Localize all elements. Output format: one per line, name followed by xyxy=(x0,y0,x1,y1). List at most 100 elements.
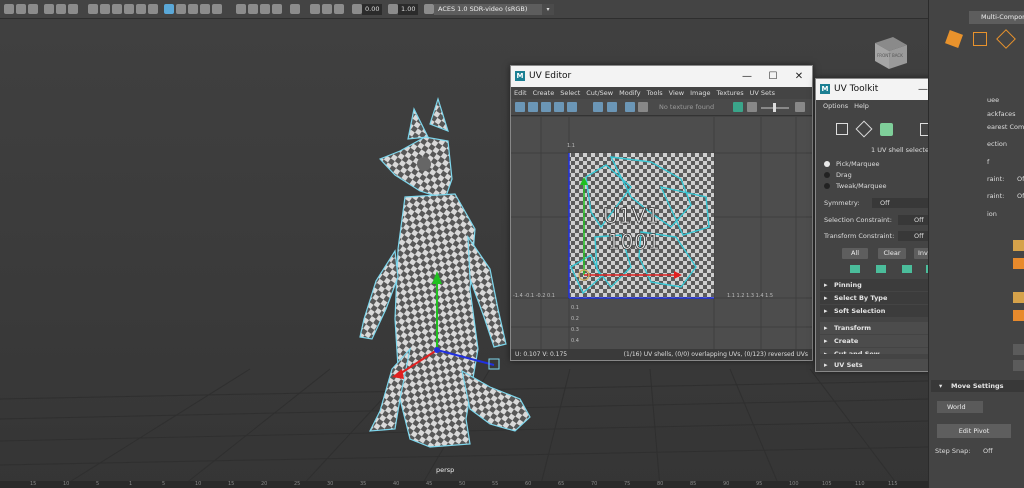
frame-icon[interactable] xyxy=(310,4,320,14)
ruler-tick-label: 110 xyxy=(855,481,865,487)
shaded-icon[interactable] xyxy=(541,102,551,112)
border-icon[interactable] xyxy=(567,102,577,112)
uv-editor-window[interactable]: M UV Editor — ☐ ✕ Edit Create Select Cut/Sew M… xyxy=(510,65,813,361)
frame-selected-icon[interactable] xyxy=(322,4,332,14)
mode-drag[interactable]: Drag xyxy=(836,171,852,179)
smooth-shade-icon[interactable] xyxy=(188,4,198,14)
image-display-icon[interactable] xyxy=(593,102,603,112)
menu-modify[interactable]: Modify xyxy=(616,87,644,99)
snap-view-icon[interactable] xyxy=(124,4,134,14)
grow-selection-icon[interactable] xyxy=(850,265,860,273)
menu-options[interactable]: Options xyxy=(820,100,851,112)
snap-surface-icon[interactable] xyxy=(136,4,146,14)
scale-tool-icon[interactable] xyxy=(68,4,78,14)
menu-image[interactable]: Image xyxy=(687,87,713,99)
menu-edit[interactable]: Edit xyxy=(511,87,530,99)
mode-tweak-marquee[interactable]: Tweak/Marquee xyxy=(836,182,887,190)
snap-curve-icon[interactable] xyxy=(100,4,110,14)
tool-icon-3[interactable] xyxy=(1013,292,1024,303)
textured-icon[interactable] xyxy=(200,4,210,14)
close-button[interactable]: ✕ xyxy=(786,66,812,87)
snapshot-icon[interactable] xyxy=(625,102,635,112)
backfaces-label: ackfaces xyxy=(987,110,1016,118)
ruler-tick-label: 105 xyxy=(822,481,832,487)
exposure-field[interactable]: 0.00 xyxy=(362,4,382,15)
select-tool-icon[interactable] xyxy=(4,4,14,14)
viewcube[interactable]: FRONT BACK xyxy=(871,33,911,73)
gamma-reset-icon[interactable] xyxy=(747,102,757,112)
checker-icon[interactable] xyxy=(528,102,538,112)
paint-select-icon[interactable] xyxy=(28,4,38,14)
edge-mode-icon[interactable] xyxy=(996,29,1016,49)
gate-icon[interactable] xyxy=(334,4,344,14)
maximize-button[interactable]: ☐ xyxy=(760,66,786,87)
main-toolbar: 0.00 1.00 ACES 1.0 SDR-video (sRGB) ▾ xyxy=(0,0,928,19)
exposure-icon[interactable] xyxy=(352,4,362,14)
uv-canvas[interactable]: U1V1 1001 1.1 -1.4 -0.1 -0.2 0.1 1.1 1.2… xyxy=(511,117,812,349)
camera-icon[interactable] xyxy=(164,4,174,14)
xray-icon[interactable] xyxy=(260,4,270,14)
ao-icon[interactable] xyxy=(248,4,258,14)
shrink-selection-icon[interactable] xyxy=(876,265,886,273)
grid-toggle-icon[interactable] xyxy=(290,4,300,14)
select-all-button[interactable]: All xyxy=(842,248,868,259)
uv-editor-titlebar[interactable]: M UV Editor — ☐ ✕ xyxy=(511,66,812,87)
axis-orientation-dropdown[interactable]: World xyxy=(937,401,983,413)
exposure-reset-icon[interactable] xyxy=(733,102,743,112)
edge-mode-icon[interactable] xyxy=(855,120,873,138)
clear-button[interactable]: Clear xyxy=(878,248,906,259)
render-icon[interactable] xyxy=(148,4,158,14)
distortion-icon[interactable] xyxy=(554,102,564,112)
face-mode-icon[interactable] xyxy=(880,123,893,136)
isolate-icon[interactable] xyxy=(272,4,282,14)
radio-pick-marquee[interactable] xyxy=(824,161,830,167)
menu-create[interactable]: Create xyxy=(530,87,558,99)
menu-select[interactable]: Select xyxy=(557,87,583,99)
colorspace-dropdown[interactable]: ACES 1.0 SDR-video (sRGB) ▾ xyxy=(434,4,554,15)
rotate-tool-icon[interactable] xyxy=(56,4,66,14)
object-mode-icon[interactable] xyxy=(945,30,963,48)
time-ruler[interactable]: 15 10 5 1 5 10 15 20 25 30 35 40 45 50 55 60 65 70 75 80 85 9… xyxy=(0,481,928,488)
menu-tools[interactable]: Tools xyxy=(644,87,666,99)
gamma-field[interactable]: 1.00 xyxy=(398,4,418,15)
texture-dropdown-icon[interactable] xyxy=(638,102,648,112)
menu-help[interactable]: Help xyxy=(851,100,872,112)
menu-cut-sew[interactable]: Cut/Sew xyxy=(583,87,616,99)
slider-handle[interactable] xyxy=(773,103,776,112)
menu-textures[interactable]: Textures xyxy=(713,87,746,99)
uv-editor-title: UV Editor xyxy=(529,71,572,81)
tool-icon-1[interactable] xyxy=(1013,240,1024,251)
dim-image-icon[interactable] xyxy=(607,102,617,112)
constraint-value-1[interactable]: Of xyxy=(1017,175,1024,183)
move-tool-icon[interactable] xyxy=(44,4,54,14)
grid-icon[interactable] xyxy=(515,102,525,112)
soft-selection-label: ion xyxy=(987,210,997,218)
tool-icon-2[interactable] xyxy=(1013,258,1024,269)
tool-icon-6[interactable] xyxy=(1013,360,1024,371)
step-snap-value[interactable]: Off xyxy=(983,447,993,455)
shadows-icon[interactable] xyxy=(236,4,246,14)
snap-point-icon[interactable] xyxy=(112,4,122,14)
move-settings-header[interactable]: ▾ Move Settings xyxy=(931,380,1024,392)
color-management-icon[interactable] xyxy=(424,4,434,14)
vertex-mode-icon[interactable] xyxy=(836,123,848,135)
component-mode-icon[interactable] xyxy=(973,32,987,46)
gamma-icon[interactable] xyxy=(388,4,398,14)
wireframe-icon[interactable] xyxy=(176,4,186,14)
lighting-icon[interactable] xyxy=(212,4,222,14)
snap-grid-icon[interactable] xyxy=(88,4,98,14)
radio-drag[interactable] xyxy=(824,172,830,178)
color-management-icon[interactable] xyxy=(795,102,805,112)
minimize-button[interactable]: — xyxy=(734,66,760,87)
menu-uv-sets[interactable]: UV Sets xyxy=(747,87,778,99)
tool-icon-4[interactable] xyxy=(1013,310,1024,321)
tool-icon-5[interactable] xyxy=(1013,344,1024,355)
constraint-value-2[interactable]: Of xyxy=(1017,192,1024,200)
mode-pick-marquee[interactable]: Pick/Marquee xyxy=(836,160,880,168)
radio-tweak-marquee[interactable] xyxy=(824,183,830,189)
selection-mode-dropdown[interactable]: Multi-Compon xyxy=(969,11,1024,24)
edit-pivot-button[interactable]: Edit Pivot xyxy=(937,424,1011,438)
lasso-tool-icon[interactable] xyxy=(16,4,26,14)
select-shell-border-icon[interactable] xyxy=(902,265,912,273)
menu-view[interactable]: View xyxy=(666,87,687,99)
